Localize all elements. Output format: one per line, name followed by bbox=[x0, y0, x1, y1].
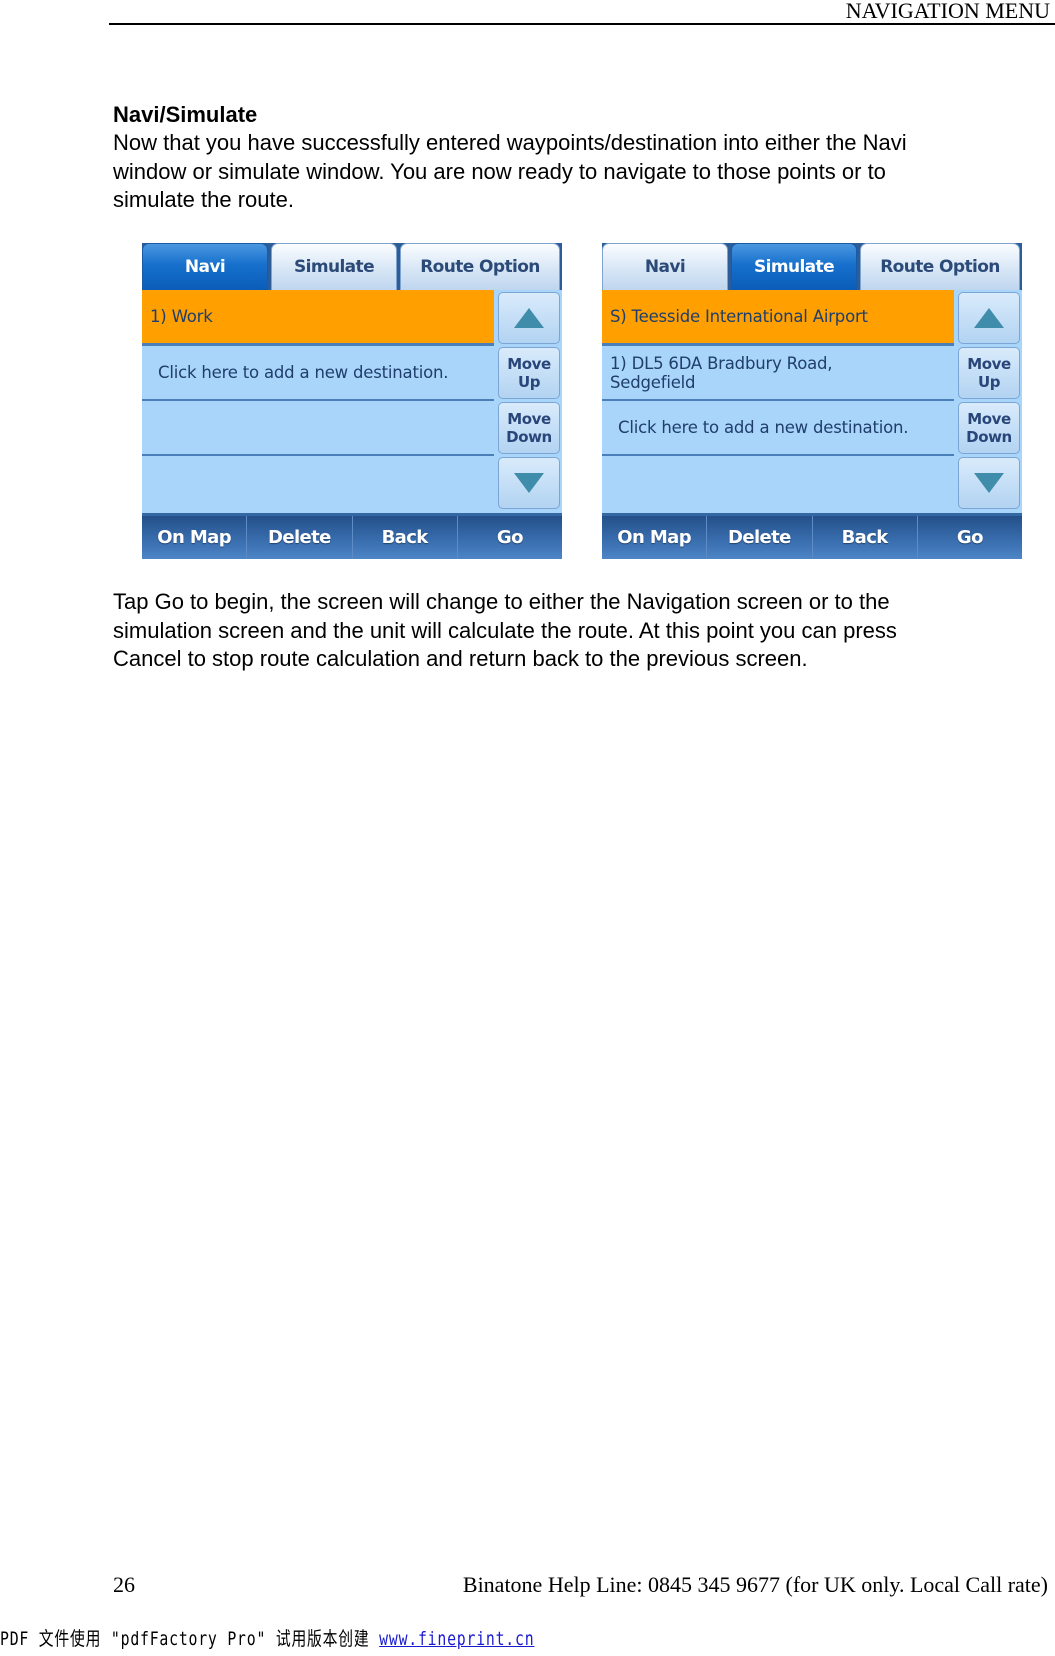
watermark-text: PDF 文件使用 "pdfFactory Pro" 试用版本创建 bbox=[0, 1628, 380, 1650]
page-header: NAVIGATION MENU bbox=[109, 0, 1055, 25]
outro-paragraph: Tap Go to begin, the screen will change … bbox=[113, 589, 897, 672]
scroll-up-button[interactable] bbox=[498, 292, 560, 344]
bottom-toolbar: On Map Delete Back Go bbox=[602, 513, 1022, 559]
add-destination-row[interactable]: Click here to add a new destination. bbox=[142, 346, 494, 399]
navi-screenshot: Navi Simulate Route Option 1) Work Click… bbox=[142, 243, 562, 559]
section-title: Navi/Simulate bbox=[113, 102, 258, 127]
list-item-text: Click here to add a new destination. bbox=[618, 418, 909, 437]
bottom-toolbar: On Map Delete Back Go bbox=[142, 513, 562, 559]
go-button[interactable]: Go bbox=[458, 516, 562, 559]
arrow-down-icon bbox=[974, 473, 1004, 493]
tab-route-option[interactable]: Route Option bbox=[400, 243, 560, 290]
side-buttons: Move Up Move Down bbox=[954, 290, 1022, 513]
destination-list: S) Teesside International Airport 1) DL5… bbox=[602, 290, 954, 513]
move-down-button[interactable]: Move Down bbox=[498, 402, 560, 454]
help-line: Binatone Help Line: 0845 345 9677 (for U… bbox=[462, 1572, 1048, 1597]
list-item-text: S) Teesside International Airport bbox=[610, 307, 868, 326]
list-item[interactable]: 1) DL5 6DA Bradbury Road, Sedgefield bbox=[602, 346, 954, 399]
side-buttons: Move Up Move Down bbox=[494, 290, 562, 513]
tab-bar: Navi Simulate Route Option bbox=[142, 243, 562, 290]
running-header-title: NAVIGATION MENU bbox=[845, 0, 1050, 23]
list-item-text: Click here to add a new destination. bbox=[158, 363, 449, 382]
tab-navi[interactable]: Navi bbox=[602, 243, 728, 290]
simulate-screenshot: Navi Simulate Route Option S) Teesside I… bbox=[602, 243, 1022, 559]
move-down-button[interactable]: Move Down bbox=[958, 402, 1020, 454]
list-item[interactable]: S) Teesside International Airport bbox=[602, 290, 954, 343]
arrow-up-icon bbox=[974, 308, 1004, 328]
delete-button[interactable]: Delete bbox=[247, 516, 353, 559]
back-button[interactable]: Back bbox=[813, 516, 918, 559]
page-number: 26 bbox=[113, 1572, 135, 1597]
destination-list: 1) Work Click here to add a new destinat… bbox=[142, 290, 494, 513]
move-up-button[interactable]: Move Up bbox=[498, 347, 560, 399]
move-up-button[interactable]: Move Up bbox=[958, 347, 1020, 399]
go-button[interactable]: Go bbox=[918, 516, 1022, 559]
list-item[interactable] bbox=[602, 456, 954, 513]
tab-route-option[interactable]: Route Option bbox=[860, 243, 1020, 290]
tab-navi[interactable]: Navi bbox=[142, 243, 268, 290]
on-map-button[interactable]: On Map bbox=[142, 516, 248, 559]
list-item[interactable] bbox=[142, 456, 494, 513]
arrow-down-icon bbox=[514, 473, 544, 493]
on-map-button[interactable]: On Map bbox=[602, 516, 708, 559]
list-item-text: 1) Work bbox=[150, 307, 213, 326]
arrow-up-icon bbox=[514, 308, 544, 328]
pdf-watermark: PDF 文件使用 "pdfFactory Pro" 试用版本创建 www.fin… bbox=[0, 1624, 534, 1651]
scroll-up-button[interactable] bbox=[958, 292, 1020, 344]
scroll-down-button[interactable] bbox=[498, 457, 560, 509]
add-destination-row[interactable]: Click here to add a new destination. bbox=[602, 401, 954, 454]
watermark-link[interactable]: www.fineprint.cn bbox=[379, 1628, 534, 1650]
tab-simulate[interactable]: Simulate bbox=[731, 243, 857, 290]
delete-button[interactable]: Delete bbox=[707, 516, 813, 559]
tab-bar: Navi Simulate Route Option bbox=[602, 243, 1022, 290]
list-item[interactable] bbox=[142, 401, 494, 454]
scroll-down-button[interactable] bbox=[958, 457, 1020, 509]
list-item-text: 1) DL5 6DA Bradbury Road, Sedgefield bbox=[610, 353, 833, 392]
back-button[interactable]: Back bbox=[353, 516, 458, 559]
intro-paragraph: Now that you have successfully entered w… bbox=[113, 130, 907, 213]
list-item[interactable]: 1) Work bbox=[142, 290, 494, 343]
tab-simulate[interactable]: Simulate bbox=[271, 243, 397, 290]
